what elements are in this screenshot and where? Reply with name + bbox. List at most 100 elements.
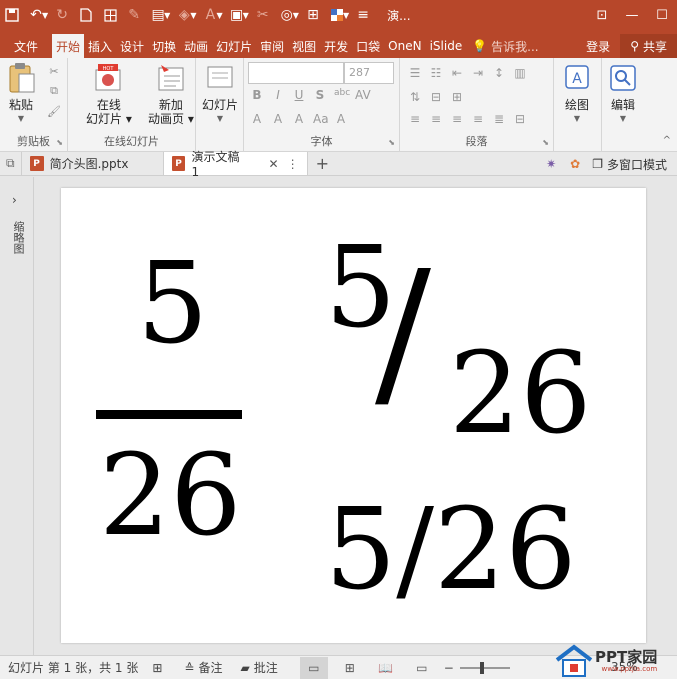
- slanted-fraction-slash[interactable]: /: [375, 250, 431, 416]
- login-button[interactable]: 登录: [576, 38, 620, 55]
- font-color-icon[interactable]: A: [250, 112, 264, 126]
- tab-home[interactable]: 开始: [52, 34, 85, 58]
- char-spacing-icon[interactable]: AV: [355, 88, 371, 102]
- undo-dropdown-icon[interactable]: ▼: [42, 11, 48, 20]
- underline-icon[interactable]: U: [292, 88, 306, 102]
- new-tab-button[interactable]: +: [308, 152, 337, 175]
- line-spacing-icon[interactable]: ↕: [492, 66, 506, 80]
- cut-icon[interactable]: ✂: [46, 64, 62, 78]
- collapse-ribbon-icon[interactable]: ^: [663, 135, 671, 146]
- italic-icon[interactable]: I: [271, 88, 285, 102]
- doc-tab-intro[interactable]: P 简介头图.pptx: [22, 152, 164, 175]
- doc-tab-presentation1[interactable]: P 演示文稿1 ✕ ⋮: [163, 150, 308, 179]
- align-right-icon[interactable]: ≡: [450, 112, 464, 126]
- increase-font-icon[interactable]: A: [271, 112, 285, 126]
- online-slides-button[interactable]: HOT 在线 幻灯片 ▾: [86, 62, 132, 126]
- eyedropper-icon[interactable]: ✎: [122, 0, 146, 30]
- grid-view-icon[interactable]: [98, 0, 122, 30]
- strikethrough-icon[interactable]: abc: [334, 88, 350, 102]
- inline-fraction[interactable]: 5/26: [325, 494, 577, 606]
- smartart-icon[interactable]: ⊞: [450, 90, 464, 104]
- change-case-icon[interactable]: Aa: [313, 112, 329, 126]
- zoom-slider-thumb[interactable]: [479, 661, 484, 674]
- bullets-icon[interactable]: ☰: [408, 66, 422, 80]
- normal-view-button[interactable]: ▭: [299, 656, 328, 679]
- theme-dropdown-icon[interactable]: ▼: [343, 11, 349, 20]
- stacked-fraction-numerator[interactable]: 5: [137, 248, 208, 360]
- tab-animations[interactable]: 动画: [180, 34, 212, 58]
- bold-icon[interactable]: B: [250, 88, 264, 102]
- paste-dropdown-icon[interactable]: ▼: [18, 112, 24, 126]
- zoom-out-icon[interactable]: −: [444, 661, 454, 675]
- fraction-bar[interactable]: [96, 410, 242, 419]
- maximize-icon[interactable]: ☐: [647, 0, 677, 30]
- paste-special-dropdown-icon[interactable]: ▼: [243, 11, 249, 20]
- customize-toolbar-icon[interactable]: ≡: [351, 0, 375, 30]
- distributed-icon[interactable]: ≣: [492, 112, 506, 126]
- editing-dropdown-icon[interactable]: ▼: [620, 112, 626, 126]
- slide-dropdown-icon[interactable]: ▼: [217, 112, 223, 126]
- tab-slideshow[interactable]: 幻灯片: [212, 34, 256, 58]
- close-icon[interactable]: ✕: [269, 157, 279, 171]
- font-launcher-icon[interactable]: ⬊: [388, 138, 395, 147]
- tab-view[interactable]: 视图: [288, 34, 320, 58]
- clipboard-launcher-icon[interactable]: ⬊: [56, 138, 63, 147]
- tab-islide[interactable]: iSlide: [426, 34, 467, 58]
- align-text-icon[interactable]: ⊟: [429, 90, 443, 104]
- font-color-dropdown-icon[interactable]: ▼: [216, 11, 222, 20]
- paragraph-launcher-icon[interactable]: ⬊: [542, 138, 549, 147]
- share-button[interactable]: ⚲ 共享: [620, 34, 677, 58]
- slide-canvas[interactable]: 5 26 5 / 26 5/26: [61, 188, 646, 643]
- decrease-indent-icon[interactable]: ⇤: [450, 66, 464, 80]
- drawing-dropdown-icon[interactable]: ▼: [574, 112, 580, 126]
- save-icon[interactable]: [0, 0, 24, 30]
- minimize-icon[interactable]: —: [617, 0, 647, 30]
- doc-tab-home-icon[interactable]: ⧉: [0, 152, 22, 175]
- align-left-icon[interactable]: ≡: [408, 112, 422, 126]
- copy-icon[interactable]: ⧉: [46, 84, 62, 98]
- thumbnail-pane-label[interactable]: 缩略图: [10, 221, 26, 254]
- numbering-icon[interactable]: ☷: [429, 66, 443, 80]
- more-icon[interactable]: ⋮: [287, 157, 299, 171]
- tab-transitions[interactable]: 切换: [148, 34, 180, 58]
- fill-dropdown-icon[interactable]: ▼: [190, 11, 196, 20]
- redo-icon[interactable]: ↻: [50, 0, 74, 30]
- new-animation-page-button[interactable]: 新加 动画页 ▾: [148, 62, 194, 126]
- shadow-icon[interactable]: S: [313, 88, 327, 102]
- font-name-input[interactable]: [248, 62, 344, 84]
- stacked-fraction-denominator[interactable]: 26: [99, 440, 242, 552]
- tab-pocket[interactable]: 口袋: [352, 34, 384, 58]
- spellcheck-icon[interactable]: ⊞: [152, 661, 162, 675]
- slanted-fraction-denominator[interactable]: 26: [449, 338, 592, 450]
- tab-developer[interactable]: 开发: [320, 34, 352, 58]
- new-file-icon[interactable]: [74, 0, 98, 30]
- crop-icon[interactable]: ⊞: [301, 0, 325, 30]
- drawing-button[interactable]: A 绘图 ▼: [562, 62, 592, 126]
- tell-me-search[interactable]: 💡 告诉我...: [472, 34, 538, 58]
- magic-icon[interactable]: ✷: [538, 157, 564, 171]
- slideshow-button[interactable]: ▭: [408, 657, 436, 679]
- notes-button[interactable]: ≙ 备注: [184, 659, 222, 676]
- tab-insert[interactable]: 插入: [84, 34, 116, 58]
- tab-file[interactable]: 文件: [0, 34, 52, 58]
- format-painter-icon[interactable]: ✂: [251, 0, 275, 30]
- paragraph-more-icon[interactable]: ⊟: [513, 112, 527, 126]
- justify-icon[interactable]: ≡: [471, 112, 485, 126]
- settings-icon[interactable]: ✿: [564, 157, 586, 171]
- format-painter-icon[interactable]: 🖌: [46, 104, 62, 118]
- tab-design[interactable]: 设计: [116, 34, 148, 58]
- shapes-dropdown-icon[interactable]: ▼: [293, 11, 299, 20]
- multi-window-mode-button[interactable]: ❐ 多窗口模式: [586, 156, 677, 173]
- font-size-input[interactable]: 287: [344, 62, 394, 84]
- paste-button[interactable]: 粘贴 ▼: [6, 62, 36, 126]
- clear-format-icon[interactable]: A: [334, 112, 348, 126]
- ribbon-display-icon[interactable]: ⊡: [587, 0, 617, 30]
- zoom-slider[interactable]: [459, 661, 510, 674]
- slide-layout-button[interactable]: 幻灯片 ▼: [202, 62, 238, 126]
- slide-sorter-button[interactable]: ⊞: [336, 657, 364, 679]
- text-direction-icon[interactable]: ⇅: [408, 90, 422, 104]
- tab-review[interactable]: 审阅: [256, 34, 288, 58]
- tab-onenote[interactable]: OneN: [384, 34, 425, 58]
- decrease-font-icon[interactable]: A: [292, 112, 306, 126]
- comments-button[interactable]: ▰ 批注: [240, 659, 277, 676]
